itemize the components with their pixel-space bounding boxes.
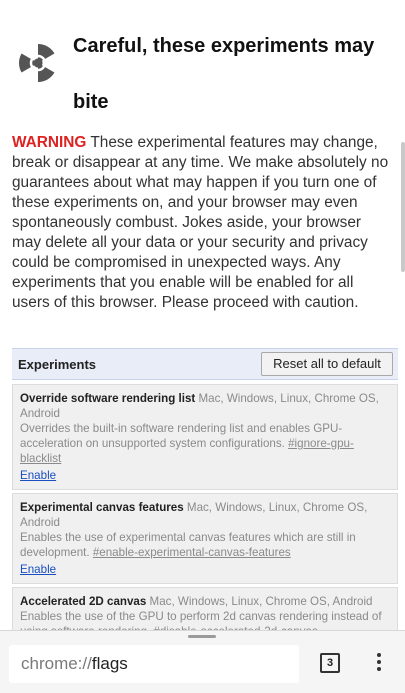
experiment-item: Override software rendering list Mac, Wi…: [12, 384, 398, 490]
more-vert-icon[interactable]: [372, 653, 386, 675]
page-header: Careful, these experiments may bite: [0, 0, 405, 130]
enable-link[interactable]: Enable: [20, 468, 56, 483]
url-bar[interactable]: chrome://flags: [9, 645, 299, 683]
experiments-header: Experiments Reset all to default: [12, 348, 398, 380]
experiment-name: Experimental canvas features: [20, 501, 184, 514]
browser-toolbar: chrome://flags 3: [0, 630, 405, 693]
experiment-platforms: Mac, Windows, Linux, Chrome OS, Android: [146, 595, 373, 608]
radiation-hazard-icon: [19, 44, 55, 82]
page-title: Careful, these experiments may bite: [73, 35, 375, 113]
drag-handle[interactable]: [188, 635, 216, 638]
experiments-list: Override software rendering list Mac, Wi…: [12, 384, 398, 649]
scrollbar[interactable]: [401, 142, 405, 272]
experiment-name: Accelerated 2D canvas: [20, 595, 147, 608]
tab-switcher-icon[interactable]: 3: [320, 653, 340, 673]
reset-all-button[interactable]: Reset all to default: [261, 352, 393, 376]
experiment-item: Experimental canvas features Mac, Window…: [12, 493, 398, 584]
warning-text: These experimental features may change, …: [12, 134, 389, 311]
enable-link[interactable]: Enable: [20, 562, 56, 577]
url-path: flags: [91, 654, 128, 673]
experiments-title: Experiments: [18, 357, 97, 372]
warning-paragraph: WARNING These experimental features may …: [12, 133, 394, 313]
experiment-flag-link[interactable]: #enable-experimental-canvas-features: [93, 546, 291, 559]
url-scheme: chrome://: [21, 654, 92, 673]
experiment-name: Override software rendering list: [20, 392, 196, 405]
warning-label: WARNING: [12, 134, 87, 151]
